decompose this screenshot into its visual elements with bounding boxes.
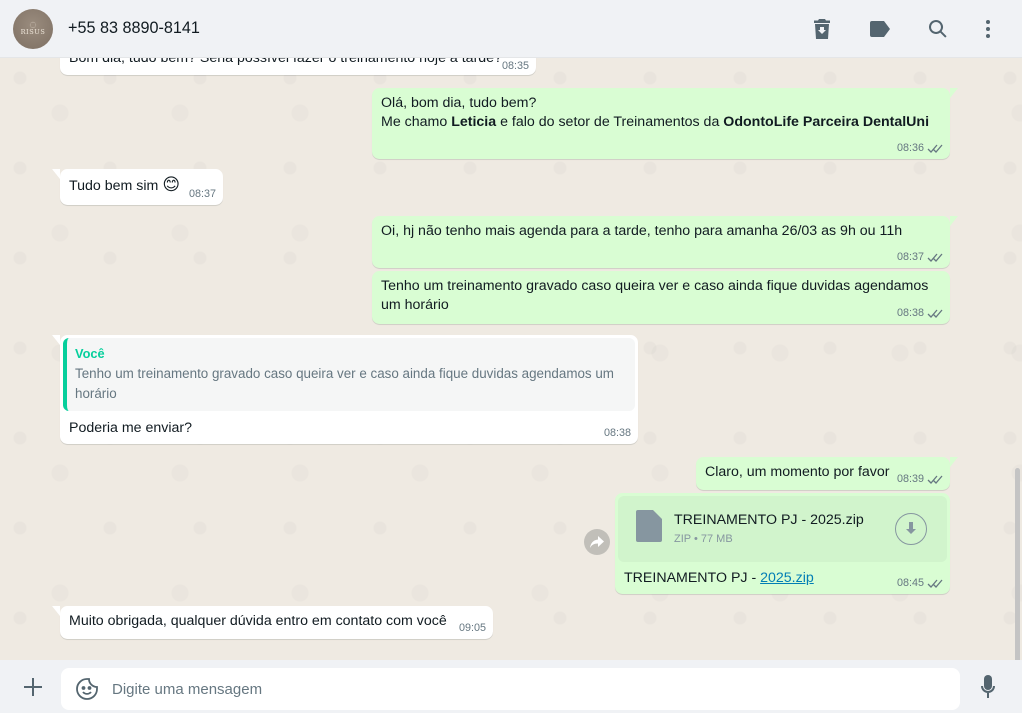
message-time: 08:37: [896, 251, 924, 263]
message-time: 08:45: [896, 577, 924, 589]
double-check-icon: [927, 309, 943, 318]
file-link[interactable]: 2025.zip: [760, 570, 814, 586]
label-icon[interactable]: [860, 9, 900, 49]
message-input-container: [61, 668, 960, 710]
quoted-message[interactable]: Você Tenho um treinamento gravado caso q…: [63, 338, 635, 411]
message-incoming[interactable]: Bom dia, tudo bem? Seria possível fazer …: [60, 58, 536, 75]
message-outgoing[interactable]: Tenho um treinamento gravado caso queira…: [372, 271, 950, 324]
microphone-icon[interactable]: [972, 667, 1004, 707]
chat-header: ◌ RISUS +55 83 8890-8141: [0, 0, 1022, 58]
double-check-icon: [927, 475, 943, 484]
message-time: 08:39: [896, 473, 924, 485]
message-input[interactable]: [112, 680, 932, 698]
document-icon: [636, 510, 662, 548]
file-meta: ZIP • 77 MB: [674, 533, 733, 545]
smiling-face-emoji: 😊: [162, 175, 181, 194]
message-outgoing[interactable]: Olá, bom dia, tudo bem? Me chamo Leticia…: [372, 88, 958, 159]
message-text: Claro, um momento por favor: [705, 464, 890, 480]
download-icon[interactable]: [895, 513, 927, 545]
avatar[interactable]: ◌ RISUS: [13, 8, 53, 49]
file-attachment[interactable]: TREINAMENTO PJ - 2025.zip ZIP • 77 MB: [618, 496, 947, 562]
double-check-icon: [927, 579, 943, 588]
double-check-icon: [927, 144, 943, 153]
message-time: 08:38: [603, 427, 631, 439]
chat-messages-area[interactable]: Bom dia, tudo bem? Seria possível fazer …: [0, 58, 1022, 660]
message-outgoing[interactable]: Oi, hj não tenho mais agenda para a tard…: [372, 216, 958, 268]
double-check-icon: [927, 253, 943, 262]
quoted-author: Você: [75, 346, 105, 361]
attach-plus-icon[interactable]: [13, 667, 53, 707]
message-text: Tudo bem sim: [69, 178, 159, 194]
message-text: Muito obrigada, qualquer dúvida entro em…: [69, 613, 447, 629]
message-text: Tenho um treinamento gravado caso queira…: [381, 278, 929, 313]
avatar-logo-mark: ◌: [29, 20, 37, 29]
message-time: 08:35: [501, 60, 529, 72]
message-time: 08:37: [188, 188, 216, 200]
message-outgoing-file[interactable]: TREINAMENTO PJ - 2025.zip ZIP • 77 MB TR…: [615, 493, 950, 594]
file-name: TREINAMENTO PJ - 2025.zip: [674, 512, 864, 528]
contact-name[interactable]: +55 83 8890-8141: [68, 19, 200, 38]
menu-icon[interactable]: [968, 9, 1008, 49]
message-incoming[interactable]: Muito obrigada, qualquer dúvida entro em…: [52, 606, 493, 639]
message-text: Olá, bom dia, tudo bem? Me chamo Leticia…: [381, 95, 930, 130]
forward-icon[interactable]: [584, 529, 610, 555]
message-time: 08:36: [896, 142, 924, 154]
message-time: 08:38: [896, 307, 924, 319]
message-text: Bom dia, tudo bem? Seria possível fazer …: [69, 58, 502, 66]
composer-bar: [0, 660, 1022, 713]
sticker-icon[interactable]: [73, 675, 101, 703]
message-outgoing[interactable]: Claro, um momento por favor 08:39: [696, 457, 958, 490]
delete-icon[interactable]: [802, 9, 842, 49]
scrollbar[interactable]: [1015, 468, 1020, 660]
message-incoming[interactable]: Tudo bem sim 😊 08:37: [52, 169, 223, 205]
quoted-text: Tenho um treinamento gravado caso queira…: [75, 366, 614, 401]
search-icon[interactable]: [918, 9, 958, 49]
message-text: Oi, hj não tenho mais agenda para a tard…: [381, 223, 903, 239]
message-time: 09:05: [458, 622, 486, 634]
message-text: Poderia me enviar?: [69, 420, 193, 436]
avatar-brand-text: RISUS: [20, 28, 46, 36]
message-incoming-reply[interactable]: Você Tenho um treinamento gravado caso q…: [52, 335, 638, 444]
